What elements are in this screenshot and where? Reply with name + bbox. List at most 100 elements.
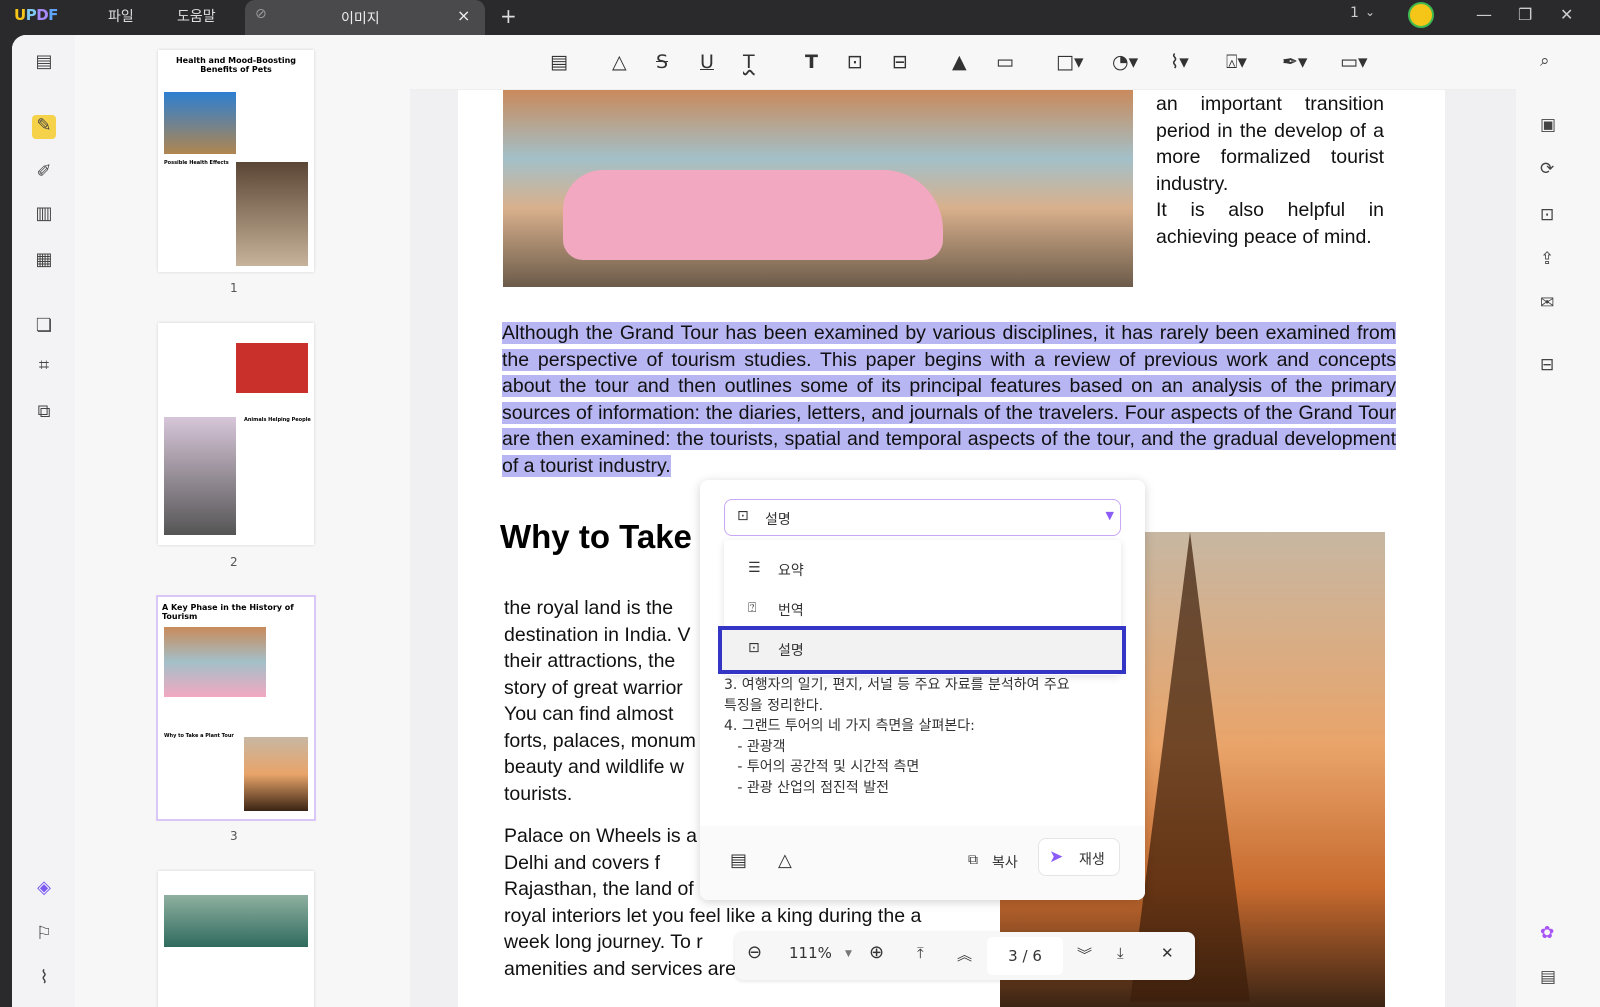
strikethrough-icon[interactable]: S xyxy=(656,51,668,73)
page-icon[interactable]: ▥ xyxy=(32,203,56,227)
pink-car-image xyxy=(503,90,1133,287)
shape-icon[interactable]: □▾ xyxy=(1056,51,1084,73)
reader-icon[interactable]: ▤ xyxy=(32,51,56,75)
menu-file[interactable]: 파일 xyxy=(108,6,134,26)
bookmark-icon[interactable]: ⚐ xyxy=(32,923,56,947)
form-icon[interactable]: ▦ xyxy=(32,249,56,273)
avatar[interactable] xyxy=(1408,2,1434,28)
organize-icon[interactable]: ❏ xyxy=(32,315,56,339)
chevron-down-icon[interactable]: ⌄ xyxy=(1365,5,1375,19)
dogs-image xyxy=(236,343,308,393)
measure-icon[interactable]: ▭▾ xyxy=(1340,51,1368,73)
car-image xyxy=(164,627,266,697)
updf-logo: UPDF xyxy=(14,6,58,24)
first-page-icon[interactable]: ⤒ xyxy=(917,944,924,962)
caret-down-icon: ▼ xyxy=(1105,509,1114,522)
email-icon[interactable]: ✉ xyxy=(1540,293,1554,313)
zoom-dropdown-icon[interactable]: ▼ xyxy=(845,949,852,959)
tab-close-icon[interactable]: × xyxy=(457,6,470,25)
attachment-icon[interactable]: ⌇ xyxy=(32,967,56,991)
selected-mode: 설명 xyxy=(765,512,791,528)
option-label: 요약 xyxy=(778,563,804,579)
regenerate-label: 재생 xyxy=(1079,852,1105,868)
option-label: 설명 xyxy=(778,643,804,659)
comment-tool-icon[interactable]: ▤ xyxy=(550,51,568,73)
eraser-icon[interactable]: ▭ xyxy=(996,51,1014,73)
signature-icon[interactable]: ✒▾ xyxy=(1282,51,1307,73)
protect-icon[interactable]: ⊡ xyxy=(1540,205,1554,225)
share-icon[interactable]: ⇪ xyxy=(1540,249,1554,269)
attachment-tool-icon[interactable]: ⌇▾ xyxy=(1170,51,1189,73)
squiggly-icon[interactable]: T xyxy=(743,51,755,73)
restore-icon[interactable]: ❐ xyxy=(1518,5,1532,24)
thumbnail-page-1[interactable]: Health and Mood-Boosting Benefits of Pet… xyxy=(158,50,314,272)
comment-icon[interactable]: ✎ xyxy=(32,115,56,139)
next-page-icon[interactable]: ︾ xyxy=(1077,944,1092,965)
section-heading: Why to Take a xyxy=(500,518,720,555)
page-number: 3 xyxy=(230,829,238,843)
ai-result-text: 3. 여행자의 일기, 편지, 서널 등 주요 자료를 분석하여 주요 특징을 … xyxy=(724,677,1070,796)
cat-image xyxy=(164,92,236,154)
stamp-icon[interactable]: ⍓▾ xyxy=(1226,51,1247,73)
highlight[interactable]: Although the Grand Tour has been examine… xyxy=(502,322,1396,477)
search-icon[interactable]: ⌕ xyxy=(1540,51,1550,71)
chat-icon[interactable]: ▤ xyxy=(1540,967,1556,987)
regenerate-button[interactable]: ➤ 재생 xyxy=(1038,838,1120,876)
zoom-in-icon[interactable]: ⊕ xyxy=(869,942,884,963)
paragraph-1: the royal land is the destination in Ind… xyxy=(504,597,696,805)
layers-icon[interactable]: ◈ xyxy=(32,877,56,901)
last-page-icon[interactable]: ⤓ xyxy=(1117,944,1124,962)
send-icon: ➤ xyxy=(1049,847,1064,867)
convert-icon[interactable]: ⟳ xyxy=(1540,159,1554,179)
mode-select[interactable]: ⊡ 설명 ▼ xyxy=(724,499,1121,536)
highlight-icon[interactable]: △ xyxy=(778,850,792,871)
text-callout-icon[interactable]: ⊟ xyxy=(892,51,908,73)
save-icon[interactable]: ⊟ xyxy=(1540,355,1554,375)
highlighted-paragraph[interactable]: Although the Grand Tour has been examine… xyxy=(502,320,1396,479)
option-explain[interactable]: ⊡ 설명 xyxy=(718,626,1126,674)
option-summary[interactable]: ☰ 요약 xyxy=(724,550,1121,590)
comment-icon[interactable]: ▤ xyxy=(730,850,747,871)
menu-help[interactable]: 도움말 xyxy=(177,6,216,26)
convert-icon[interactable]: ⧉ xyxy=(32,401,56,425)
crop-icon[interactable]: ⌗ xyxy=(32,355,56,379)
underline-icon[interactable]: U xyxy=(700,51,714,73)
mode-dropdown: ☰ 요약 ⍰ 번역 ⊡ 설명 xyxy=(718,540,1126,675)
option-translate[interactable]: ⍰ 번역 xyxy=(724,590,1121,630)
ocr-icon[interactable]: ▣ xyxy=(1540,115,1556,135)
zoom-out-icon[interactable]: ⊖ xyxy=(747,942,762,963)
edit-icon[interactable]: ✐ xyxy=(32,161,56,185)
window-count[interactable]: 1 xyxy=(1350,5,1359,21)
sticker-icon[interactable]: ◔▾ xyxy=(1112,51,1138,73)
option-label: 번역 xyxy=(778,603,804,619)
explain-icon: ⊡ xyxy=(737,508,749,524)
zoom-level[interactable]: 111% xyxy=(789,944,832,962)
thumbnail-page-4[interactable] xyxy=(158,871,314,1007)
side-text: an important transition period in the de… xyxy=(1156,93,1384,248)
popup-footer: ▤ △ ⧉ 복사 ➤ 재생 xyxy=(700,826,1145,900)
thumb-subtitle: Why to Take a Plant Tour xyxy=(164,733,234,739)
new-tab-button[interactable]: + xyxy=(500,4,517,28)
annotation-toolbar: ▤ △ S U T T ⊡ ⊟ ▲ ▭ □▾ ◔▾ ⌇▾ ⍓▾ ✒▾ ▭▾ xyxy=(410,35,1516,90)
ai-assistant-icon[interactable]: ✿ xyxy=(1540,923,1554,943)
copy-icon[interactable]: ⧉ xyxy=(968,852,978,868)
car-shape xyxy=(563,170,943,260)
copy-button[interactable]: 복사 xyxy=(992,852,1018,872)
thumb-subtitle: Possible Health Effects xyxy=(164,160,229,166)
close-icon[interactable]: ✕ xyxy=(1560,5,1573,24)
close-zoombar-icon[interactable]: ✕ xyxy=(1161,944,1174,962)
right-tool-rail: ⌕ ▣ ⟳ ⊡ ⇪ ✉ ⊟ ✿ ▤ xyxy=(1516,35,1600,1007)
thumbnail-page-2[interactable]: Animals Helping People xyxy=(158,323,314,545)
prev-page-icon[interactable]: ︽ xyxy=(957,944,972,965)
minimize-icon[interactable]: — xyxy=(1476,5,1492,24)
total-pages: 6 xyxy=(1032,947,1042,965)
edit-off-icon: ⊘ xyxy=(255,6,267,22)
current-page: 3 xyxy=(1008,947,1018,965)
textbox-icon[interactable]: ⊡ xyxy=(847,51,863,73)
tab-image[interactable]: ⊘ 이미지 × xyxy=(245,0,485,35)
highlight-tool-icon[interactable]: △ xyxy=(612,51,627,73)
thumbnail-page-3[interactable]: A Key Phase in the History of Tourism Wh… xyxy=(156,595,316,821)
pencil-icon[interactable]: ▲ xyxy=(952,51,967,73)
page-input[interactable]: 3 / 6 xyxy=(987,937,1063,975)
text-icon[interactable]: T xyxy=(805,51,818,73)
